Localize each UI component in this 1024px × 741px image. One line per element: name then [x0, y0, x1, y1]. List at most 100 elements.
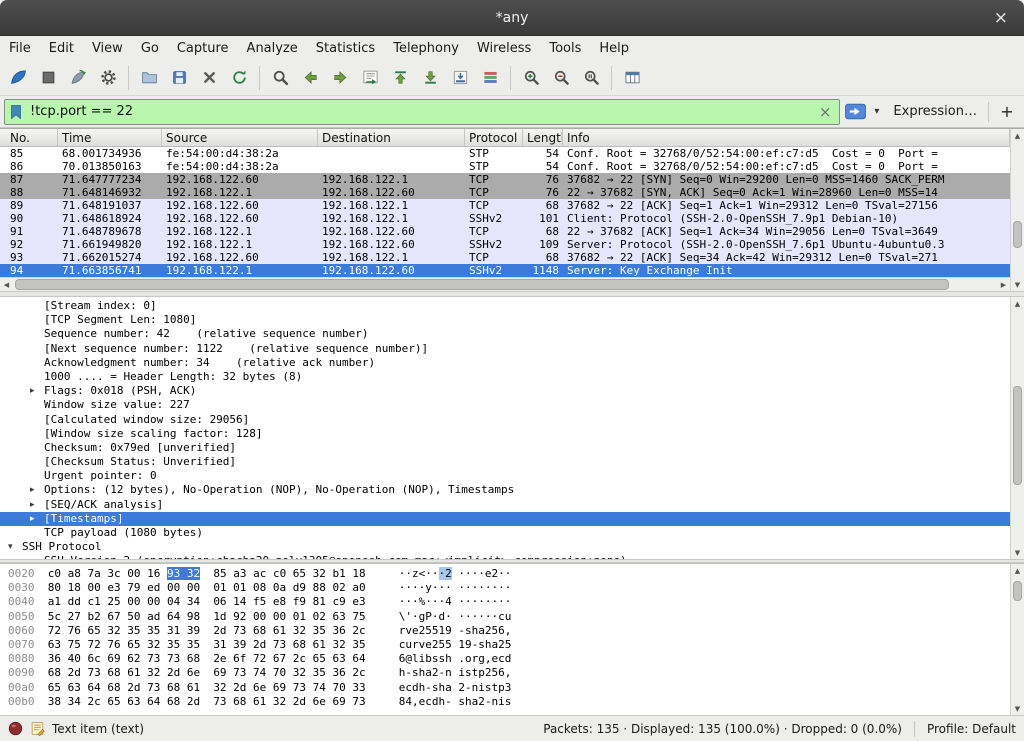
capture-stop-button[interactable] [33, 63, 63, 93]
detail-line[interactable]: [Checksum Status: Unverified] [0, 455, 1010, 469]
detail-line[interactable]: Checksum: 0x79ed [unverified] [0, 441, 1010, 455]
expert-info-icon[interactable] [8, 721, 23, 736]
menu-item-analyze[interactable]: Analyze [238, 36, 307, 60]
clear-filter-icon[interactable]: × [815, 103, 836, 121]
detail-line[interactable]: Window size value: 227 [0, 398, 1010, 412]
packet-row-90[interactable]: 9071.648618924192.168.122.60192.168.122.… [0, 212, 1010, 225]
status-profile[interactable]: Profile: Default [927, 722, 1016, 736]
scroll-right-icon[interactable]: ▶ [997, 278, 1010, 291]
detail-line[interactable]: TCP payload (1080 bytes) [0, 526, 1010, 540]
column-header-time[interactable]: Time [58, 129, 162, 146]
detail-vscroll-thumb[interactable] [1013, 386, 1022, 485]
packet-row-87[interactable]: 8771.647777234192.168.122.60192.168.122.… [0, 173, 1010, 186]
column-header-source[interactable]: Source [162, 129, 318, 146]
column-header-info[interactable]: Info [563, 129, 1010, 146]
colorize-button[interactable] [475, 63, 505, 93]
packet-row-89[interactable]: 8971.648191037192.168.122.60192.168.122.… [0, 199, 1010, 212]
packet-row-94[interactable]: 9471.663856741192.168.122.1192.168.122.6… [0, 264, 1010, 277]
filter-value-text[interactable]: !tcp.port == 22 [27, 104, 811, 119]
packet-row-88[interactable]: 8871.648146932192.168.122.1192.168.122.6… [0, 186, 1010, 199]
capture-start-button[interactable] [3, 63, 33, 93]
menu-item-capture[interactable]: Capture [168, 36, 238, 60]
detail-line[interactable]: [Calculated window size: 29056] [0, 413, 1010, 427]
expander-icon[interactable]: ▾ [8, 540, 22, 554]
hex-vscrollbar[interactable]: ▲ ▼ [1010, 564, 1024, 715]
hex-row-0060[interactable]: 0060 72 76 65 32 35 35 31 39 2d 73 68 61… [8, 624, 1010, 638]
hex-row-00b0[interactable]: 00b0 38 34 2c 65 63 64 68 2d 73 68 61 32… [8, 695, 1010, 709]
display-filter-input[interactable]: !tcp.port == 22 × [4, 99, 840, 125]
expander-icon[interactable]: ▸ [30, 498, 44, 512]
bookmark-icon[interactable] [9, 104, 23, 120]
zoom-out-button[interactable] [546, 63, 576, 93]
go-back-button[interactable] [295, 63, 325, 93]
scroll-down-icon[interactable]: ▼ [1011, 702, 1024, 715]
zoom-original-button[interactable] [576, 63, 606, 93]
menu-item-telephony[interactable]: Telephony [384, 36, 468, 60]
menu-item-tools[interactable]: Tools [540, 36, 590, 60]
go-to-packet-button[interactable] [355, 63, 385, 93]
menu-item-view[interactable]: View [83, 36, 132, 60]
detail-line[interactable]: Sequence number: 42 (relative sequence n… [0, 327, 1010, 341]
capture-restart-button[interactable] [63, 63, 93, 93]
capture-comment-icon[interactable] [30, 721, 45, 736]
hscroll-thumb[interactable] [15, 279, 949, 290]
packet-row-91[interactable]: 9171.648789678192.168.122.1192.168.122.6… [0, 225, 1010, 238]
column-header-length[interactable]: Length [523, 129, 563, 146]
apply-filter-button[interactable] [845, 103, 866, 120]
find-packet-button[interactable] [265, 63, 295, 93]
detail-line[interactable]: Acknowledgment number: 34 (relative ack … [0, 356, 1010, 370]
detail-line[interactable]: ▸Options: (12 bytes), No-Operation (NOP)… [0, 483, 1010, 497]
menu-item-edit[interactable]: Edit [40, 36, 83, 60]
detail-line[interactable]: 1000 .... = Header Length: 32 bytes (8) [0, 370, 1010, 384]
title-bar[interactable]: *any × [0, 0, 1024, 36]
packet-row-93[interactable]: 9371.662015274192.168.122.60192.168.122.… [0, 251, 1010, 264]
detail-line[interactable]: [TCP Segment Len: 1080] [0, 313, 1010, 327]
packet-list-vscroll-thumb[interactable] [1013, 221, 1022, 248]
packet-row-86[interactable]: 8670.013850163fe:54:00:d4:38:2aSTP54Conf… [0, 160, 1010, 173]
column-header-destination[interactable]: Destination [318, 129, 465, 146]
hex-row-0090[interactable]: 0090 68 2d 73 68 61 32 2d 6e 69 73 74 70… [8, 666, 1010, 680]
expander-icon[interactable]: ▸ [30, 483, 44, 497]
detail-vscrollbar[interactable]: ▲ ▼ [1010, 297, 1024, 559]
detail-line[interactable]: Urgent pointer: 0 [0, 469, 1010, 483]
window-close-button[interactable]: × [986, 0, 1016, 36]
hex-row-0020[interactable]: 0020 c0 a8 7a 3c 00 16 93 32 85 a3 ac c0… [8, 567, 1010, 581]
save-capture-button[interactable] [164, 63, 194, 93]
expander-icon[interactable]: ▸ [30, 384, 44, 398]
hex-row-0050[interactable]: 0050 5c 27 b2 67 50 ad 64 98 1d 92 00 00… [8, 610, 1010, 624]
detail-line[interactable]: [Stream index: 0] [0, 299, 1010, 313]
hex-row-00a0[interactable]: 00a0 65 63 64 68 2d 73 68 61 32 2d 6e 69… [8, 681, 1010, 695]
hex-row-0080[interactable]: 0080 36 40 6c 69 62 73 73 68 2e 6f 72 67… [8, 652, 1010, 666]
menu-item-help[interactable]: Help [590, 36, 638, 60]
menu-item-go[interactable]: Go [132, 36, 168, 60]
scroll-left-icon[interactable]: ◀ [0, 278, 13, 291]
auto-scroll-button[interactable] [445, 63, 475, 93]
scroll-up-icon[interactable]: ▲ [1011, 297, 1024, 310]
close-capture-button[interactable] [194, 63, 224, 93]
resize-columns-button[interactable] [617, 63, 647, 93]
scroll-down-icon[interactable]: ▼ [1011, 546, 1024, 559]
hex-vscroll-thumb[interactable] [1013, 581, 1022, 601]
reload-button[interactable] [224, 63, 254, 93]
packet-row-85[interactable]: 8568.001734936fe:54:00:d4:38:2aSTP54Conf… [0, 147, 1010, 160]
scroll-up-icon[interactable]: ▲ [1011, 564, 1024, 577]
add-filter-button[interactable]: + [994, 102, 1020, 121]
detail-line[interactable]: ▾SSH Protocol [0, 540, 1010, 554]
detail-line[interactable]: [Next sequence number: 1122 (relative se… [0, 342, 1010, 356]
detail-line[interactable]: ▸Flags: 0x018 (PSH, ACK) [0, 384, 1010, 398]
packet-row-92[interactable]: 9271.661949820192.168.122.1192.168.122.6… [0, 238, 1010, 251]
capture-options-button[interactable] [93, 63, 123, 93]
scroll-down-icon[interactable]: ▼ [1011, 278, 1024, 291]
detail-line[interactable]: ▸[SEQ/ACK analysis] [0, 498, 1010, 512]
scroll-up-icon[interactable]: ▲ [1011, 129, 1024, 142]
hex-row-0030[interactable]: 0030 80 18 00 e3 79 ed 00 00 01 01 08 0a… [8, 581, 1010, 595]
packet-list-vscrollbar[interactable]: ▲ ▼ [1010, 129, 1024, 291]
column-header-no[interactable]: No. [0, 129, 58, 146]
menu-item-statistics[interactable]: Statistics [307, 36, 384, 60]
go-first-button[interactable] [385, 63, 415, 93]
zoom-in-button[interactable] [516, 63, 546, 93]
menu-item-wireless[interactable]: Wireless [468, 36, 540, 60]
detail-line[interactable]: [Window size scaling factor: 128] [0, 427, 1010, 441]
expression-button[interactable]: Expression… [887, 104, 983, 119]
detail-line[interactable]: ▸[Timestamps] [0, 512, 1010, 526]
